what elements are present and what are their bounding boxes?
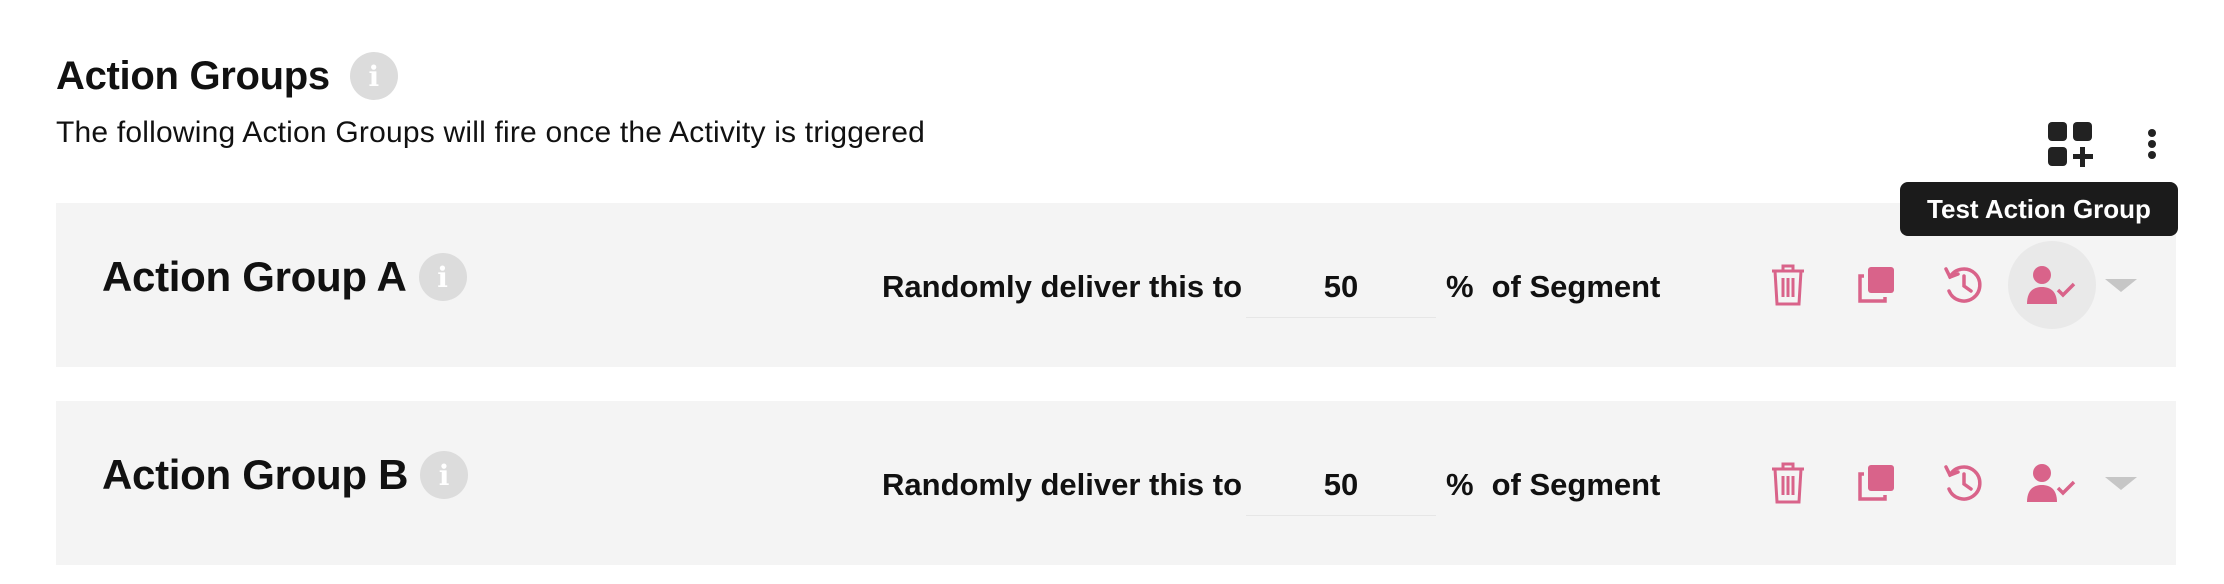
history-icon [1944,267,1982,303]
action-group-header: Action Group B i [102,451,469,499]
add-widget-icon [2048,122,2093,167]
history-icon [1944,465,1982,501]
delete-button[interactable] [1744,241,1832,329]
chevron-down-icon [2105,477,2137,490]
deliver-prefix-label: Randomly deliver this to [882,269,1243,304]
trash-icon [1772,462,1804,504]
action-group-name: Action Group A [102,253,407,300]
page-subtitle: The following Action Groups will fire on… [56,116,925,149]
test-user-icon [2027,464,2076,502]
action-group-card: Action Group B i Randomly deliver this t… [56,401,2176,565]
test-action-group-button[interactable] [2008,439,2096,527]
expand-button[interactable] [2096,241,2146,329]
info-icon[interactable]: i [349,52,398,100]
action-groups-page: Action Groups i The following Action Gro… [0,0,2224,584]
info-icon[interactable]: i [420,451,469,499]
action-group-actions [1744,439,2146,527]
history-button[interactable] [1920,439,2008,527]
trash-icon [1772,264,1804,306]
test-action-group-button[interactable] [2008,241,2096,329]
duplicate-button[interactable] [1832,241,1920,329]
copy-icon [1858,465,1894,501]
percent-input[interactable] [1246,454,1437,516]
test-action-group-tooltip: Test Action Group [1900,182,2178,236]
deliver-prefix-label: Randomly deliver this to [882,467,1243,502]
more-vertical-icon [2148,129,2156,159]
header-actions [2040,114,2164,174]
section-header: Action Groups i [56,52,398,100]
delivery-settings: Randomly deliver this to % of Segment [882,255,1660,319]
expand-button[interactable] [2096,439,2146,527]
more-options-button[interactable] [2140,114,2164,174]
page-title: Action Groups [56,53,330,98]
test-user-icon [2027,266,2076,304]
add-action-group-button[interactable] [2040,114,2100,174]
action-group-name: Action Group B [102,451,409,498]
delete-button[interactable] [1744,439,1832,527]
percent-sign: % [1446,467,1474,502]
action-group-card: Action Group A i Randomly deliver this t… [56,203,2176,367]
percent-sign: % [1446,269,1474,304]
history-button[interactable] [1920,241,2008,329]
action-group-header: Action Group A i [102,253,467,301]
deliver-suffix-label: of Segment [1491,269,1661,304]
delivery-settings: Randomly deliver this to % of Segment [882,453,1660,517]
chevron-down-icon [2105,279,2137,292]
deliver-suffix-label: of Segment [1491,467,1661,502]
info-icon[interactable]: i [418,253,467,301]
action-group-actions [1744,241,2146,329]
duplicate-button[interactable] [1832,439,1920,527]
copy-icon [1858,267,1894,303]
percent-input[interactable] [1246,256,1437,318]
